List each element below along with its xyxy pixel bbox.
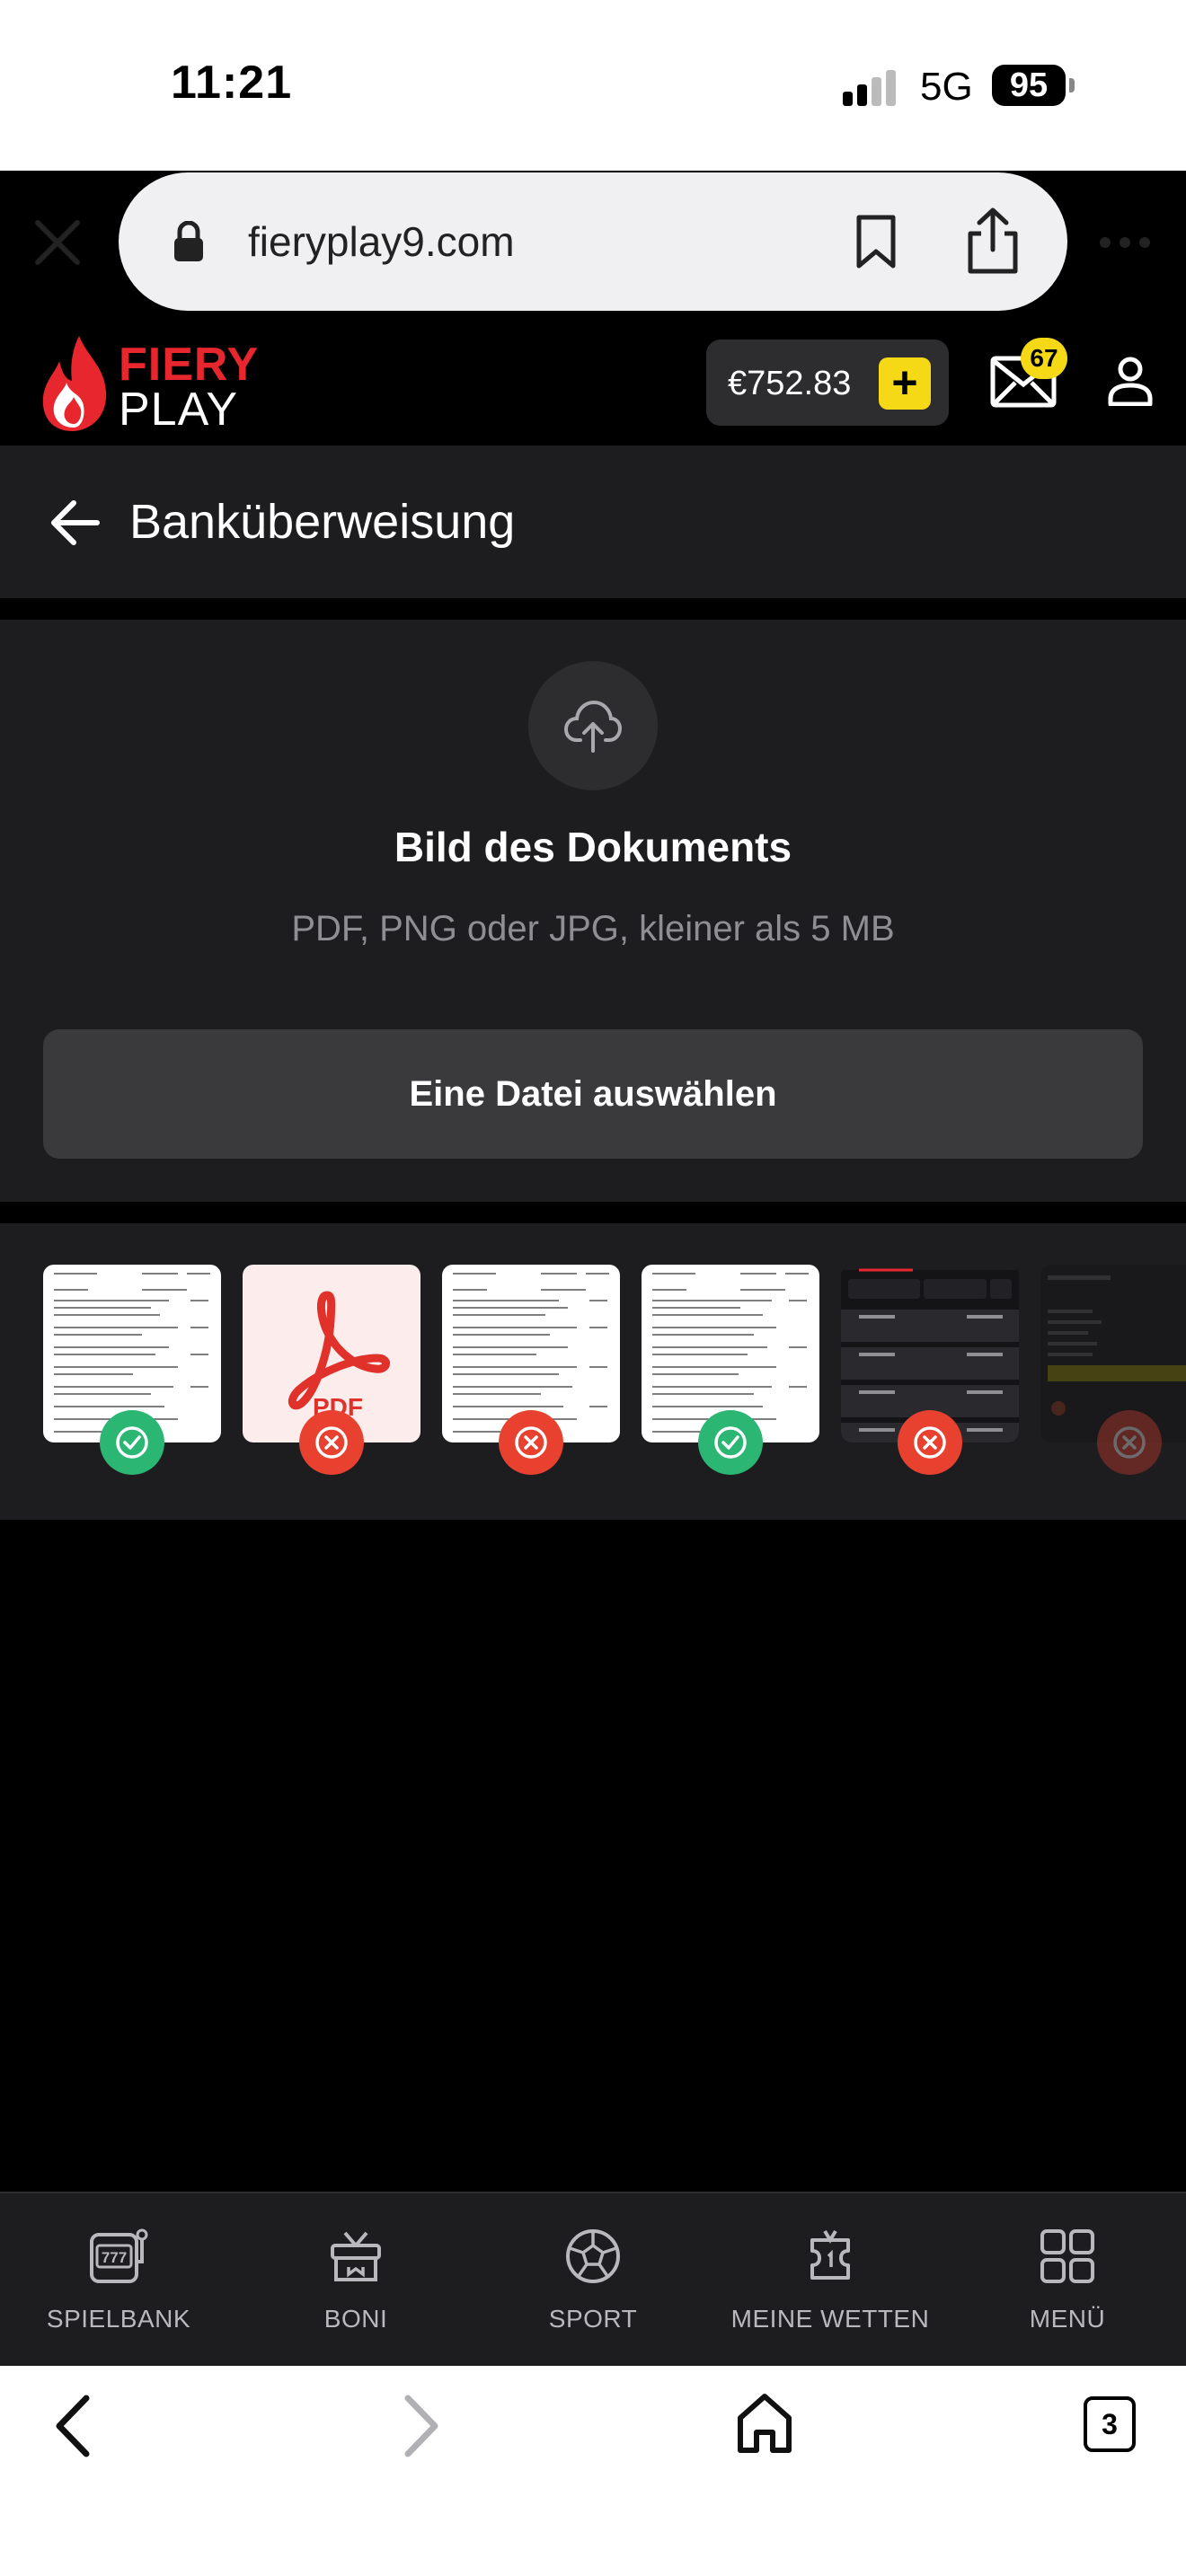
nav-label: SPORT bbox=[548, 2305, 638, 2333]
battery-nub bbox=[1069, 78, 1075, 93]
nav-label: SPIELBANK bbox=[46, 2305, 191, 2333]
bookmark-icon[interactable] bbox=[852, 214, 900, 269]
tabs-button[interactable]: 3 bbox=[1084, 2396, 1136, 2452]
check-circle-icon bbox=[116, 1426, 148, 1459]
mail-count-badge: 67 bbox=[1021, 338, 1067, 379]
user-icon[interactable] bbox=[1107, 356, 1154, 406]
share-icon[interactable] bbox=[963, 207, 1022, 275]
close-icon[interactable] bbox=[32, 217, 83, 268]
status-time: 11:21 bbox=[171, 57, 293, 109]
cloud-upload-icon bbox=[564, 700, 622, 753]
grid-icon bbox=[1040, 2229, 1094, 2283]
page-header: Banküberweisung bbox=[0, 446, 1186, 598]
browser-forward-icon[interactable] bbox=[397, 2393, 444, 2459]
browser-toolbar: 3 bbox=[0, 2366, 1186, 2576]
check-circle-icon bbox=[714, 1426, 747, 1459]
nav-item-sport[interactable]: SPORT bbox=[474, 2193, 712, 2368]
home-icon[interactable] bbox=[735, 2391, 794, 2456]
status-badge bbox=[100, 1410, 164, 1475]
logo-text-bottom: PLAY bbox=[119, 384, 239, 436]
upload-panel: Bild des Dokuments PDF, PNG oder JPG, kl… bbox=[0, 620, 1186, 1202]
browser-back-icon[interactable] bbox=[50, 2393, 97, 2459]
nav-label: BONI bbox=[323, 2305, 388, 2333]
balance-widget[interactable]: €752.83 + bbox=[706, 340, 949, 426]
remove-circle-icon bbox=[315, 1426, 348, 1459]
lock-icon bbox=[174, 221, 203, 261]
nav-item-spielbank[interactable]: 777 SPIELBANK bbox=[0, 2193, 237, 2368]
remove-circle-icon bbox=[515, 1426, 547, 1459]
gift-icon bbox=[331, 2231, 381, 2281]
address-bar[interactable]: fieryplay9.com bbox=[119, 172, 1067, 311]
logo-text-top: FIERY bbox=[119, 339, 260, 391]
url-text[interactable]: fieryplay9.com bbox=[248, 217, 515, 266]
status-badge bbox=[698, 1410, 763, 1475]
remove-circle-icon bbox=[914, 1426, 946, 1459]
status-badge[interactable] bbox=[299, 1410, 364, 1475]
nav-item-boni[interactable]: BONI bbox=[237, 2193, 474, 2368]
screen: 11:21 5G 95 fieryplay9.com FIERY PLAY €7… bbox=[0, 0, 1186, 2576]
remove-circle-icon bbox=[1113, 1426, 1146, 1459]
nav-item-menu[interactable]: MENÜ bbox=[949, 2193, 1186, 2368]
choose-file-button[interactable]: Eine Datei auswählen bbox=[43, 1029, 1143, 1159]
bottom-navigation: 777 SPIELBANK BONI SPORT MEINE WETTEN ME… bbox=[0, 2192, 1186, 2366]
nav-item-meine-wetten[interactable]: MEINE WETTEN bbox=[712, 2193, 949, 2368]
ticket-icon bbox=[810, 2229, 850, 2280]
upload-title: Bild des Dokuments bbox=[394, 824, 792, 870]
status-badge[interactable] bbox=[898, 1410, 962, 1475]
status-bar: 11:21 5G 95 fieryplay9.com bbox=[0, 0, 1186, 311]
slot-machine-icon: 777 bbox=[90, 2228, 148, 2283]
signal-icon bbox=[843, 70, 896, 106]
svg-text:777: 777 bbox=[102, 2249, 127, 2266]
back-arrow-icon[interactable] bbox=[50, 499, 101, 546]
deposit-button[interactable]: + bbox=[879, 357, 931, 410]
upload-icon-circle bbox=[528, 661, 658, 790]
upload-hint: PDF, PNG oder JPG, kleiner als 5 MB bbox=[291, 909, 895, 948]
more-icon[interactable] bbox=[1098, 226, 1152, 259]
network-label: 5G bbox=[920, 65, 973, 109]
soccer-ball-icon bbox=[566, 2229, 620, 2283]
flame-icon bbox=[42, 336, 107, 431]
site-header: FIERY PLAY €752.83 + 67 bbox=[0, 318, 1186, 446]
status-badge[interactable] bbox=[499, 1410, 563, 1475]
balance-amount: €752.83 bbox=[728, 365, 852, 402]
brand-logo[interactable]: FIERY PLAY bbox=[40, 334, 309, 433]
battery-indicator: 95 bbox=[992, 65, 1066, 106]
nav-label: MENÜ bbox=[1029, 2305, 1106, 2333]
uploaded-files-strip[interactable]: PDF bbox=[0, 1223, 1186, 1520]
status-badge[interactable] bbox=[1097, 1410, 1162, 1475]
page-title: Banküberweisung bbox=[129, 495, 516, 549]
nav-label: MEINE WETTEN bbox=[730, 2305, 930, 2333]
